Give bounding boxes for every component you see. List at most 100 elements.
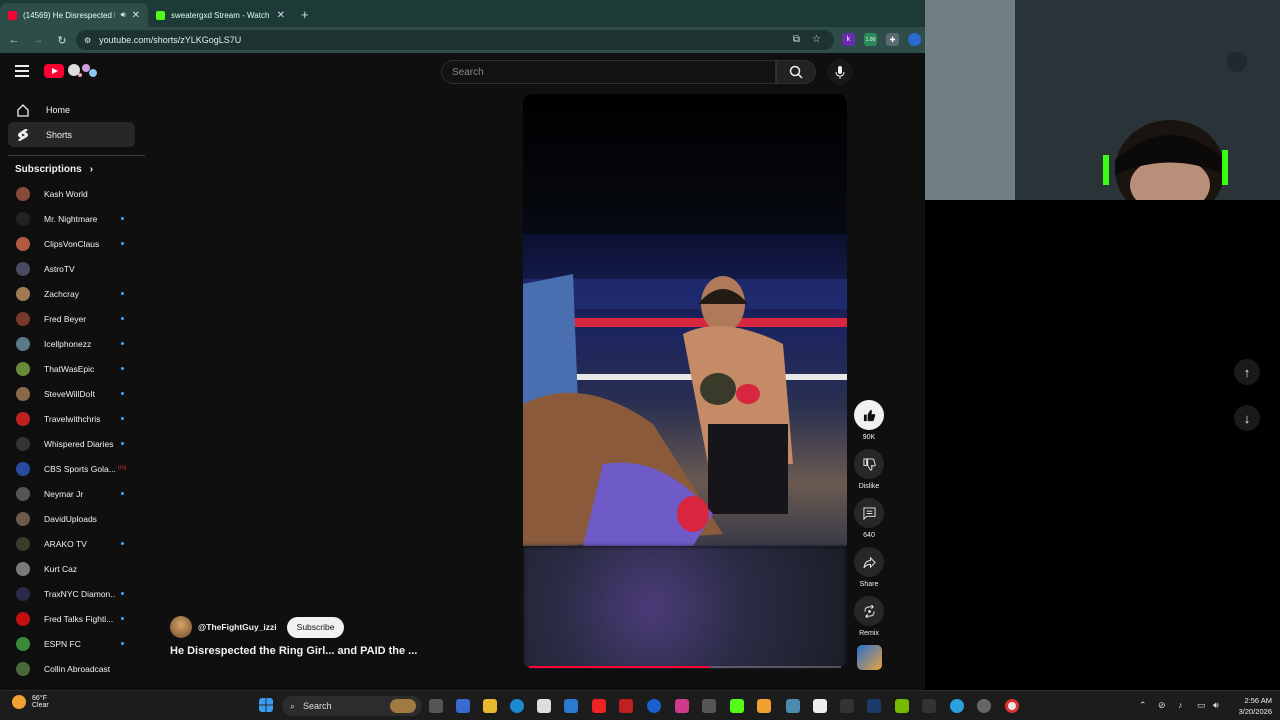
task-view-icon[interactable] <box>429 699 443 713</box>
volume-icon[interactable]: 🔊︎ <box>1213 700 1219 711</box>
display-icon[interactable]: ▭ <box>1197 700 1206 711</box>
subscription-item[interactable]: CBS Sports Gola... ((•)) <box>0 456 145 481</box>
channel-avatar[interactable] <box>170 616 192 638</box>
subscriptions-header[interactable]: Subscriptions › <box>15 164 145 175</box>
store-icon[interactable] <box>537 699 551 713</box>
subscription-item[interactable]: ARAKO TV <box>0 531 145 556</box>
microphone-tray-icon[interactable]: ♪ <box>1178 700 1183 710</box>
shorts-icon <box>18 128 28 141</box>
short-video-player[interactable] <box>523 94 847 669</box>
like-button[interactable]: 90K <box>851 400 887 443</box>
chevron-up-icon[interactable]: ⌃ <box>1139 700 1147 711</box>
taskbar-search[interactable]: ⌕ Search <box>282 696 422 716</box>
next-short-button[interactable]: ↓ <box>1234 405 1260 431</box>
site-info-icon[interactable]: ⚙ <box>84 36 91 45</box>
netflix-icon[interactable] <box>619 699 633 713</box>
profile-avatar-icon[interactable] <box>908 33 921 46</box>
subscription-item[interactable]: ClipsVonClaus <box>0 231 145 256</box>
nvidia-icon[interactable] <box>895 699 909 713</box>
subscription-item[interactable]: Fred Talks Fighti... <box>0 606 145 631</box>
plus-icon[interactable]: + <box>301 7 309 22</box>
subscription-item[interactable]: Zachcray <box>0 281 145 306</box>
comments-button[interactable]: 640 <box>851 498 887 541</box>
close-tab-icon[interactable]: ✕ <box>277 10 285 21</box>
sidebar-item-home[interactable]: Home <box>8 97 135 122</box>
speaker-icon[interactable]: 🔊︎ <box>121 10 126 20</box>
search-button[interactable] <box>776 60 816 84</box>
address-bar[interactable]: ⚙ youtube.com/shorts/zYLKGogLS7U <box>76 30 834 50</box>
tab-kick[interactable]: sweatergxd Stream - Watch Live on Kick ✕ <box>148 3 293 27</box>
chrome-icon[interactable] <box>1005 699 1019 713</box>
capcut-icon[interactable] <box>840 699 854 713</box>
system-clock[interactable]: 2:56 AM 3/20/2026 <box>1228 695 1272 717</box>
settings-gear-icon[interactable] <box>977 699 991 713</box>
voice-search-button[interactable] <box>827 59 853 85</box>
subscription-item[interactable]: Fred Beyer <box>0 306 145 331</box>
install-app-icon[interactable]: ⧉ <box>790 33 803 46</box>
subscribe-button[interactable]: Subscribe <box>286 616 345 638</box>
subscription-item[interactable]: ThatWasEpic <box>0 356 145 381</box>
previous-short-button[interactable]: ↑ <box>1234 359 1260 385</box>
subscription-item[interactable]: Neymar Jr <box>0 481 145 506</box>
copilot-icon[interactable] <box>456 699 470 713</box>
kick-app-icon[interactable] <box>730 699 744 713</box>
steam-icon[interactable] <box>867 699 881 713</box>
extension-badge-icon[interactable]: 1.00 <box>864 33 877 46</box>
remix-button[interactable]: Remix <box>851 596 887 639</box>
photos-icon[interactable] <box>702 699 716 713</box>
weather-widget[interactable]: 66°F Clear <box>12 695 49 709</box>
tiktok-icon[interactable] <box>813 699 827 713</box>
subscription-item[interactable]: Collin Abroadcast <box>0 656 145 681</box>
youtube-app-icon[interactable] <box>592 699 606 713</box>
sound-thumbnail[interactable] <box>857 645 882 670</box>
forward-icon[interactable]: → <box>28 34 48 46</box>
subscription-item[interactable]: DavidUploads <box>0 506 145 531</box>
share-circle[interactable] <box>854 547 884 577</box>
close-tab-icon[interactable]: ✕ <box>132 10 140 21</box>
subscription-item[interactable]: Whispered Diaries <box>0 431 145 456</box>
youtube-logo[interactable] <box>44 64 64 78</box>
edge-icon[interactable] <box>510 699 524 713</box>
windows-start-icon[interactable] <box>259 698 273 712</box>
new-content-dot <box>121 542 124 545</box>
facebook-icon[interactable] <box>647 699 661 713</box>
reload-icon[interactable]: ↻ <box>52 34 72 47</box>
menu-icon[interactable] <box>15 65 29 77</box>
search-input[interactable] <box>452 66 775 78</box>
subscription-item[interactable]: Icellphonezz <box>0 331 145 356</box>
search-box[interactable] <box>441 60 776 84</box>
subscription-item[interactable]: Kurt Caz <box>0 556 145 581</box>
extension-k-icon[interactable]: k <box>842 33 855 46</box>
short-title[interactable]: He Disrespected the Ring Girl... and PAI… <box>170 645 417 657</box>
youtube-doodle-icon[interactable] <box>66 62 100 80</box>
epic-games-icon[interactable] <box>922 699 936 713</box>
amazon-icon[interactable] <box>757 699 771 713</box>
tab-youtube[interactable]: (14569) He Disrespected the Ring Girl...… <box>0 3 148 27</box>
dislike-circle[interactable] <box>854 449 884 479</box>
file-explorer-icon[interactable] <box>483 699 497 713</box>
back-icon[interactable]: ← <box>4 34 24 46</box>
subscription-item[interactable]: TraxNYC Diamon... <box>0 581 145 606</box>
outlook-icon[interactable] <box>564 699 578 713</box>
subscription-item[interactable]: ESPN FC <box>0 631 145 656</box>
video-progress-bar[interactable] <box>529 666 841 668</box>
youtube-favicon-icon <box>8 10 17 20</box>
subscription-item[interactable]: AstroTV <box>0 256 145 281</box>
sidebar-item-shorts[interactable]: Shorts <box>8 122 135 147</box>
snipping-tool-icon[interactable] <box>786 699 800 713</box>
bookmark-star-icon[interactable]: ☆ <box>810 33 823 46</box>
network-off-icon[interactable]: ⊘ <box>1158 700 1166 711</box>
comments-circle[interactable] <box>854 498 884 528</box>
extension-puzzle-icon[interactable]: ✚ <box>886 33 899 46</box>
subscription-item[interactable]: Travelwithchris <box>0 406 145 431</box>
remix-circle[interactable] <box>854 596 884 626</box>
like-circle[interactable] <box>854 400 884 430</box>
subscription-item[interactable]: Kash World <box>0 181 145 206</box>
instagram-icon[interactable] <box>675 699 689 713</box>
dislike-button[interactable]: Dislike <box>851 449 887 492</box>
channel-name[interactable]: @TheFightGuy_izzi <box>198 622 277 632</box>
share-button[interactable]: Share <box>851 547 887 590</box>
telegram-icon[interactable] <box>950 699 964 713</box>
subscription-item[interactable]: Mr. Nightmare <box>0 206 145 231</box>
subscription-item[interactable]: SteveWillDoIt <box>0 381 145 406</box>
